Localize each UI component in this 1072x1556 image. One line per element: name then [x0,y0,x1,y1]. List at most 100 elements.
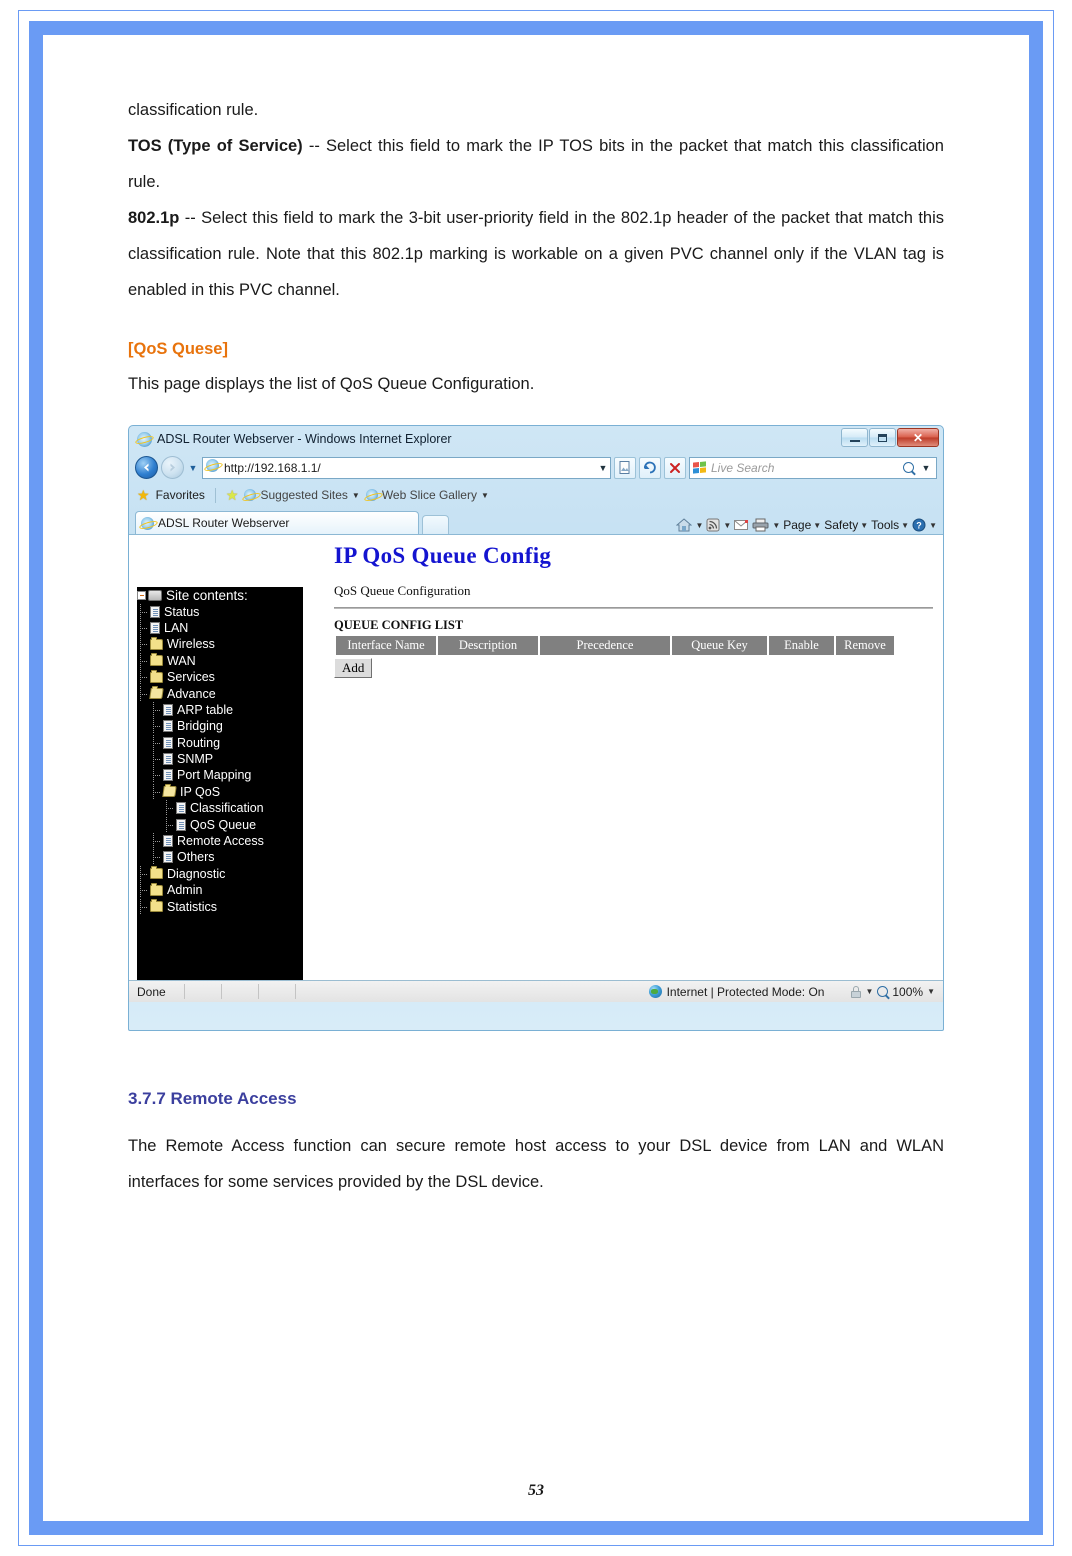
page-subtitle: QoS Queue Configuration [334,583,471,598]
tree-connector-icon [150,783,163,800]
sidebar-item-snmp[interactable]: SNMP [137,751,303,768]
chevron-down-icon[interactable]: ▼ [695,521,703,530]
help-button[interactable]: ? [912,518,926,532]
feeds-button[interactable] [706,518,720,532]
sidebar-item-arp-table[interactable]: ARP table [137,701,303,718]
security-zone-indicator[interactable]: Internet | Protected Mode: On [648,985,824,999]
minimize-button[interactable] [841,428,868,447]
tab-adsl-router-webserver[interactable]: ADSL Router Webserver [135,511,419,534]
compatibility-view-icon[interactable] [614,456,636,479]
router-page-content: IP QoS Queue Config QoS Queue Configurat… [334,543,933,678]
page-icon [163,703,173,716]
sidebar-item-others[interactable]: Others [137,849,303,866]
command-bar: ▼ ▼ ▼ Page ▼ Safety ▼ Tools ▼ ? ▼ [676,518,937,532]
stop-button[interactable] [664,456,686,479]
browser-status-bar: Done Internet | Protected Mode: On ▼ 100… [129,980,943,1002]
close-button[interactable]: ✕ [897,428,939,447]
address-input[interactable]: http://192.168.1.1/ ▼ [202,456,611,479]
tree-connector-icon [150,849,163,866]
sidebar-item-qos-queue[interactable]: QoS Queue [137,816,303,833]
sidebar-item-label: Diagnostic [167,866,226,881]
sidebar-item-bridging[interactable]: Bridging [137,718,303,735]
suggested-sites-icon [244,489,257,501]
browser-window-screenshot: ADSL Router Webserver - Windows Internet… [128,425,944,1031]
favorites-star-icon[interactable]: ★ [137,487,150,504]
page-menu-label: Page [783,518,812,532]
recent-pages-caret[interactable]: ▼ [187,463,199,473]
zoom-level-label: 100% [892,984,924,999]
sidebar-item-wireless[interactable]: Wireless [137,636,303,653]
tools-menu-button[interactable]: Tools ▼ [871,518,909,532]
sidebar-item-remote-access[interactable]: Remote Access [137,833,303,850]
queue-config-list-label: QUEUE CONFIG LIST [334,618,464,632]
new-tab-button[interactable] [422,515,449,534]
add-to-favorites-icon[interactable]: ★ [226,487,239,504]
chevron-down-icon[interactable]: ▼ [723,521,731,530]
tree-connector-icon [150,751,163,768]
favorites-item-suggested-sites[interactable]: Suggested Sites ▼ [244,488,360,502]
sidebar-item-lan[interactable]: LAN [137,619,303,636]
column-header: Remove [836,636,894,655]
chevron-down-icon[interactable]: ▼ [929,521,937,530]
sidebar-item-port-mapping[interactable]: Port Mapping [137,767,303,784]
tree-connector-icon [137,636,150,653]
sidebar-item-services[interactable]: Services [137,669,303,686]
zoom-icon[interactable] [877,986,889,997]
queue-config-table: Interface Name Description Precedence Queue… [334,636,896,655]
address-dropdown-caret[interactable]: ▼ [596,463,610,473]
tree-connector-icon [150,734,163,751]
paragraph-8021p: 802.1p -- Select this field to mark the … [128,200,944,308]
page-icon [163,753,173,766]
sidebar-item-routing[interactable]: Routing [137,734,303,751]
sidebar-item-label: Remote Access [177,834,264,849]
mail-button[interactable] [734,519,749,531]
tree-root-label: Site contents: [166,587,248,603]
chevron-down-icon[interactable]: ▼ [772,521,780,530]
search-icon[interactable] [903,462,914,473]
suggested-sites-label: Suggested Sites [260,488,348,502]
favorites-item-web-slice-gallery[interactable]: Web Slice Gallery ▼ [365,488,489,502]
browser-viewport: Site contents: Status LAN Wireless WAN Servi… [129,534,943,980]
sidebar-item-classification[interactable]: Classification [137,800,303,817]
page-menu-button[interactable]: Page ▼ [783,518,821,532]
refresh-button[interactable] [639,456,661,479]
sidebar-item-ip-qos[interactable]: IP QoS [137,783,303,800]
sidebar-item-label: IP QoS [180,784,221,799]
tree-root-site-contents[interactable]: Site contents: [137,587,303,603]
back-button[interactable] [135,456,158,479]
page-title: IP QoS Queue Config [334,543,552,568]
status-divider [183,984,185,999]
tree-connector-icon [150,833,163,850]
sidebar-item-statistics[interactable]: Statistics [137,898,303,915]
safety-menu-button[interactable]: Safety ▼ [824,518,868,532]
tree-connector-icon [137,669,150,686]
svg-text:?: ? [916,521,922,531]
status-text: Done [137,984,166,999]
search-provider-caret[interactable]: ▼ [919,463,933,473]
paragraph-qos-intro: This page displays the list of QoS Queue… [128,375,535,393]
sidebar-item-label: Routing [177,735,221,750]
sidebar-item-admin[interactable]: Admin [137,882,303,899]
chevron-down-icon[interactable]: ▼ [865,987,873,996]
sidebar-item-diagnostic[interactable]: Diagnostic [137,865,303,882]
tree-connector-icon [150,701,163,718]
chevron-down-icon[interactable]: ▼ [927,987,935,996]
collapse-toggle-icon[interactable] [137,590,146,600]
folder-icon [150,866,163,880]
sidebar-item-status[interactable]: Status [137,603,303,620]
favorites-label[interactable]: Favorites [156,488,205,502]
add-button[interactable]: Add [334,658,373,678]
print-button[interactable] [752,518,769,532]
forward-button[interactable] [161,456,184,479]
search-input[interactable]: Live Search ▼ [689,456,937,479]
maximize-button[interactable] [869,428,896,447]
sidebar-item-advance[interactable]: Advance [137,685,303,702]
sidebar-item-label: Status [164,604,200,619]
folder-icon [150,669,163,683]
home-button[interactable] [676,518,693,532]
sidebar-item-label: Others [177,850,215,865]
sidebar-item-wan[interactable]: WAN [137,652,303,669]
page-icon [163,851,173,864]
tab-favicon-icon [141,516,154,530]
privacy-report-icon[interactable] [850,985,861,998]
